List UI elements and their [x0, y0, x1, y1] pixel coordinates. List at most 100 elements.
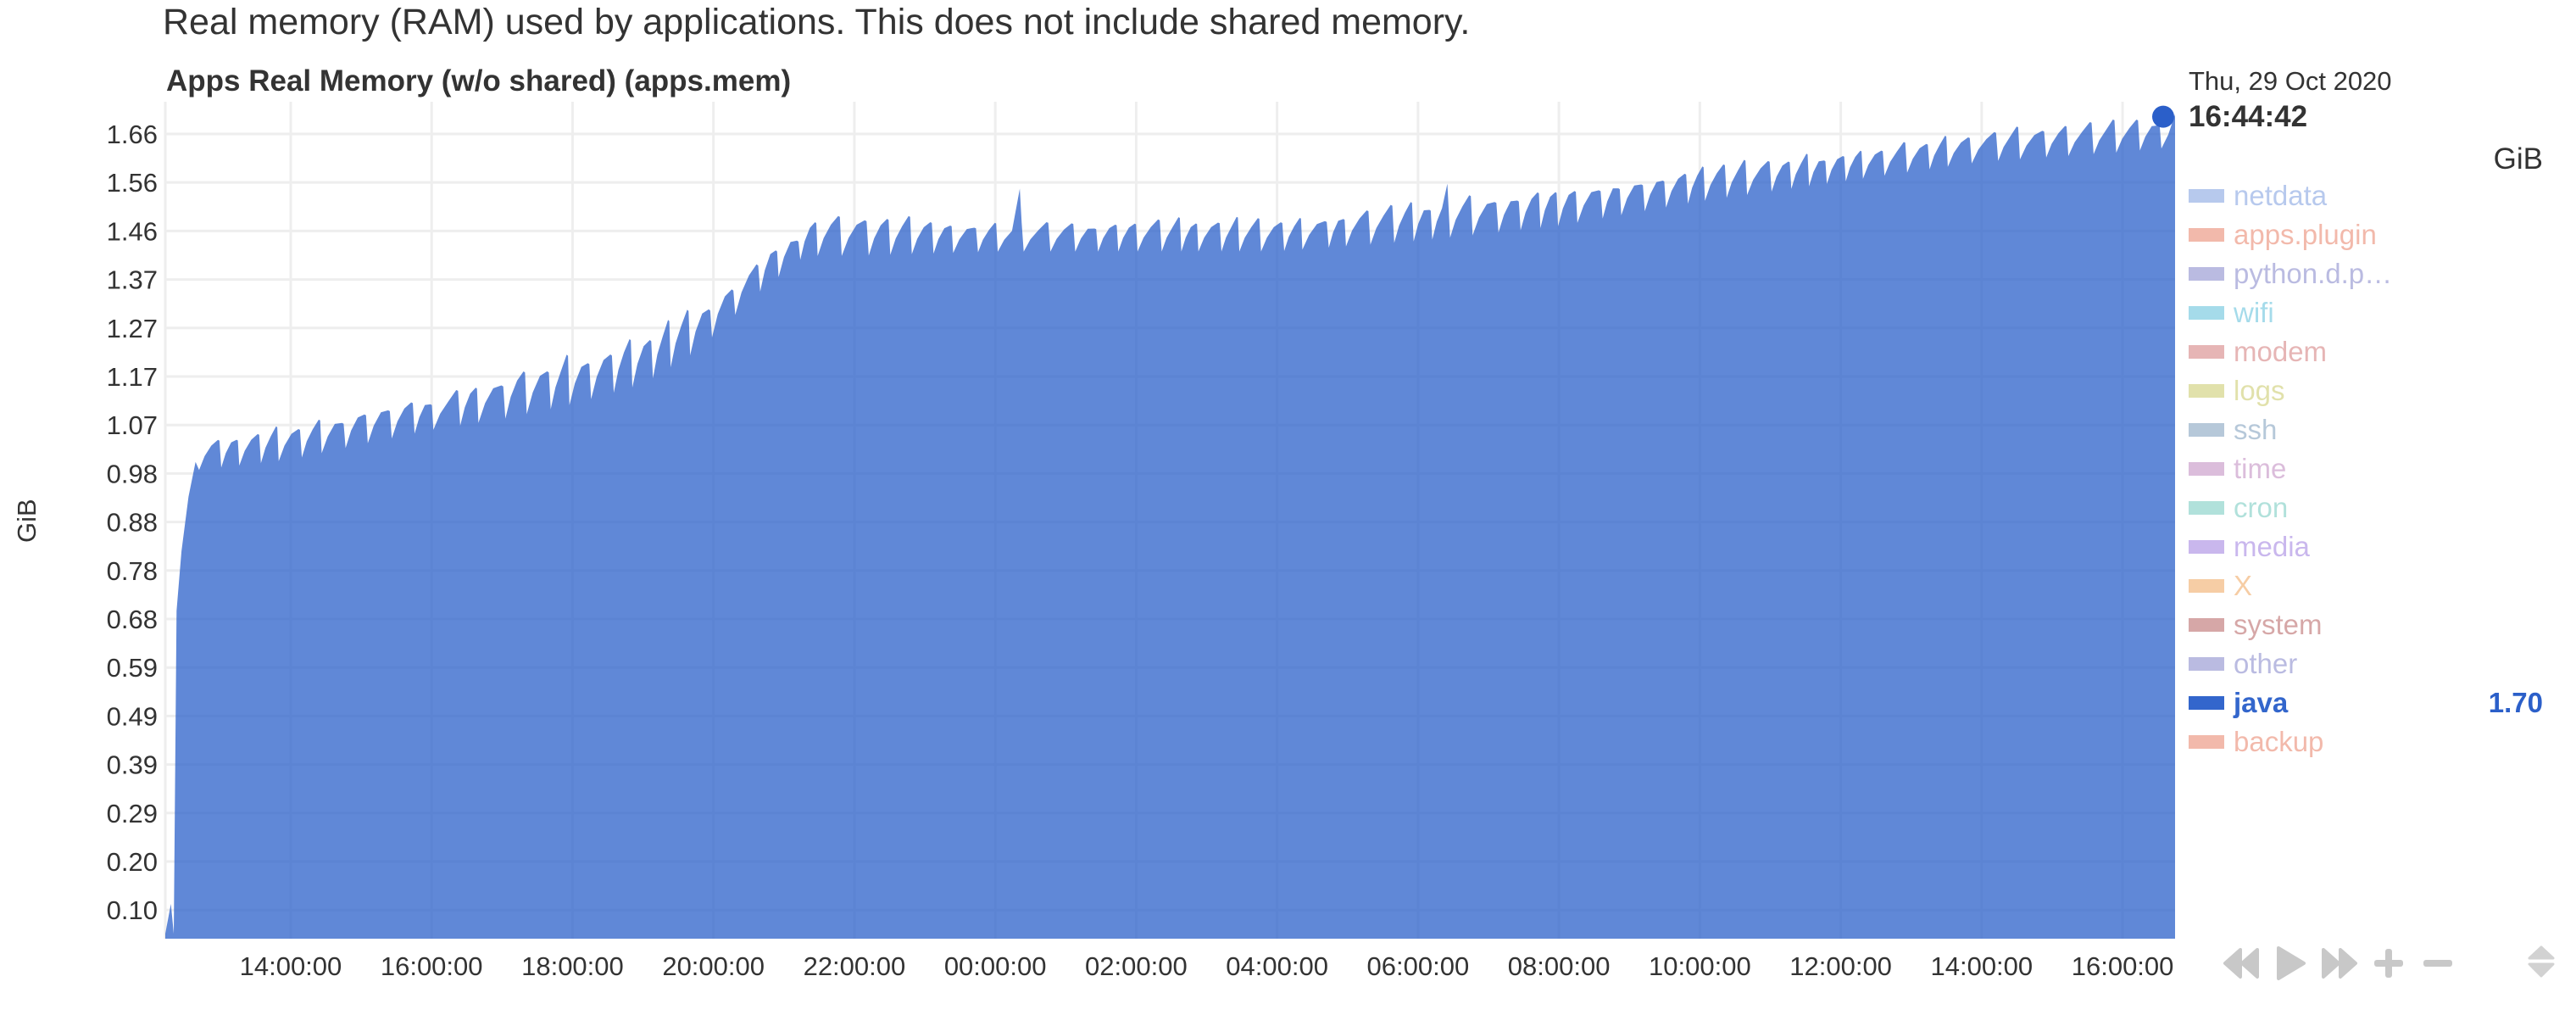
- zoom-out-icon: [2423, 960, 2452, 967]
- x-tick-label: 04:00:00: [1226, 951, 1328, 981]
- legend-item-media[interactable]: media: [2189, 527, 2562, 566]
- x-tick-label: 08:00:00: [1508, 951, 1611, 981]
- legend-item-x[interactable]: X: [2189, 566, 2562, 605]
- legend-label: other: [2234, 648, 2298, 679]
- legend-label: cron: [2234, 492, 2289, 523]
- y-tick-label: 1.27: [107, 314, 158, 343]
- rewind-icon: [2223, 948, 2259, 979]
- legend-item-python-d-p[interactable]: python.d.p…: [2189, 254, 2562, 293]
- y-tick-label: 0.39: [107, 750, 158, 780]
- x-tick-label: 06:00:00: [1367, 951, 1470, 981]
- y-tick-label: 0.49: [107, 701, 158, 731]
- y-tick-label: 0.98: [107, 459, 158, 488]
- legend-swatch: [2189, 306, 2224, 320]
- y-tick-label: 1.66: [107, 120, 158, 149]
- legend-swatch: [2189, 540, 2224, 554]
- resize-icon: [2528, 945, 2555, 978]
- legend-label: system: [2234, 609, 2323, 640]
- y-tick-label: 1.46: [107, 216, 158, 246]
- legend-swatch: [2189, 579, 2224, 593]
- x-tick-label: 16:00:00: [381, 951, 483, 981]
- x-tick-label: 10:00:00: [1649, 951, 1751, 981]
- last-value-marker: [2152, 105, 2174, 128]
- x-tick-label: 14:00:00: [240, 951, 342, 981]
- legend-item-other[interactable]: other: [2189, 644, 2562, 683]
- y-tick-label: 0.88: [107, 508, 158, 538]
- legend-swatch: [2189, 735, 2224, 749]
- play-button[interactable]: [2270, 943, 2311, 984]
- legend-label: ssh: [2234, 414, 2278, 445]
- zoom-out-button[interactable]: [2417, 943, 2458, 984]
- legend-swatch: [2189, 189, 2224, 203]
- pan-right-button[interactable]: [2319, 943, 2360, 984]
- legend-swatch: [2189, 501, 2224, 515]
- zoom-in-button[interactable]: [2368, 943, 2409, 984]
- x-tick-label: 20:00:00: [662, 951, 765, 981]
- y-tick-label: 1.07: [107, 410, 158, 440]
- legend-swatch: [2189, 462, 2224, 476]
- x-tick-label: 16:00:00: [2072, 951, 2174, 981]
- y-axis: 0.10 0.20 0.29 0.39 0.49 0.59 0.68 0.78 0.88 0.98…: [107, 120, 158, 925]
- x-tick-label: 14:00:00: [1930, 951, 2033, 981]
- legend-item-cron[interactable]: cron: [2189, 488, 2562, 527]
- legend-label: python.d.p…: [2234, 258, 2393, 289]
- fast-forward-icon: [2322, 948, 2357, 979]
- legend-unit: GiB: [2493, 142, 2543, 176]
- legend-item-apps-plugin[interactable]: apps.plugin: [2189, 215, 2562, 254]
- legend-label: X: [2234, 570, 2253, 601]
- y-tick-label: 1.56: [107, 168, 158, 198]
- y-tick-label: 1.37: [107, 265, 158, 295]
- y-tick-label: 0.78: [107, 556, 158, 586]
- legend-swatch: [2189, 696, 2224, 710]
- y-tick-label: 0.29: [107, 799, 158, 828]
- marker-layer: [2152, 105, 2174, 128]
- series-area-java: [165, 114, 2175, 940]
- chart-toolbox: [2221, 943, 2467, 984]
- legend-label: backup: [2234, 726, 2324, 757]
- legend-item-logs[interactable]: logs: [2189, 371, 2562, 410]
- legend-label: java: [2234, 687, 2289, 718]
- legend-value: 1.70: [2488, 687, 2543, 718]
- legend: Thu, 29 Oct 2020 16:44:42 GiB netdata app…: [2189, 66, 2562, 757]
- y-tick-label: 1.17: [107, 362, 158, 392]
- legend-item-netdata[interactable]: netdata: [2189, 176, 2562, 215]
- legend-item-java[interactable]: java 1.70: [2189, 683, 2562, 722]
- legend-item-wifi[interactable]: wifi: [2189, 293, 2562, 332]
- legend-swatch: [2189, 384, 2224, 398]
- legend-swatch: [2189, 618, 2224, 632]
- area-layer: [165, 114, 2175, 940]
- legend-swatch: [2189, 267, 2224, 281]
- legend-item-system[interactable]: system: [2189, 605, 2562, 644]
- x-axis: 14:00:00 16:00:00 18:00:00 20:00:00 22:00:00…: [240, 951, 2174, 981]
- legend-list: netdata apps.plugin python.d.p… wifi modem lo…: [2189, 176, 2562, 761]
- legend-date: Thu, 29 Oct 2020: [2189, 66, 2392, 96]
- pan-left-button[interactable]: [2221, 943, 2262, 984]
- play-icon: [2277, 946, 2306, 980]
- legend-item-modem[interactable]: modem: [2189, 332, 2562, 371]
- y-tick-label: 0.59: [107, 653, 158, 683]
- legend-item-ssh[interactable]: ssh: [2189, 410, 2562, 449]
- legend-label: logs: [2234, 375, 2285, 406]
- legend-label: wifi: [2234, 297, 2274, 328]
- x-tick-label: 12:00:00: [1789, 951, 1892, 981]
- legend-item-time[interactable]: time: [2189, 449, 2562, 488]
- y-tick-label: 0.20: [107, 847, 158, 877]
- legend-swatch: [2189, 657, 2224, 671]
- x-tick-label: 00:00:00: [944, 951, 1047, 981]
- x-tick-label: 22:00:00: [804, 951, 906, 981]
- legend-label: media: [2234, 531, 2310, 562]
- legend-label: modem: [2234, 336, 2328, 367]
- zoom-in-icon: [2374, 949, 2403, 978]
- legend-swatch: [2189, 228, 2224, 242]
- y-tick-label: 0.10: [107, 895, 158, 925]
- legend-label: apps.plugin: [2234, 219, 2377, 250]
- x-tick-label: 18:00:00: [521, 951, 624, 981]
- y-tick-label: 0.68: [107, 605, 158, 634]
- legend-item-backup[interactable]: backup: [2189, 722, 2562, 761]
- legend-time: 16:44:42: [2189, 100, 2308, 133]
- legend-swatch: [2189, 345, 2224, 359]
- legend-swatch: [2189, 423, 2224, 437]
- legend-label: netdata: [2234, 180, 2328, 211]
- resize-handle[interactable]: [2526, 945, 2557, 979]
- legend-label: time: [2234, 453, 2287, 484]
